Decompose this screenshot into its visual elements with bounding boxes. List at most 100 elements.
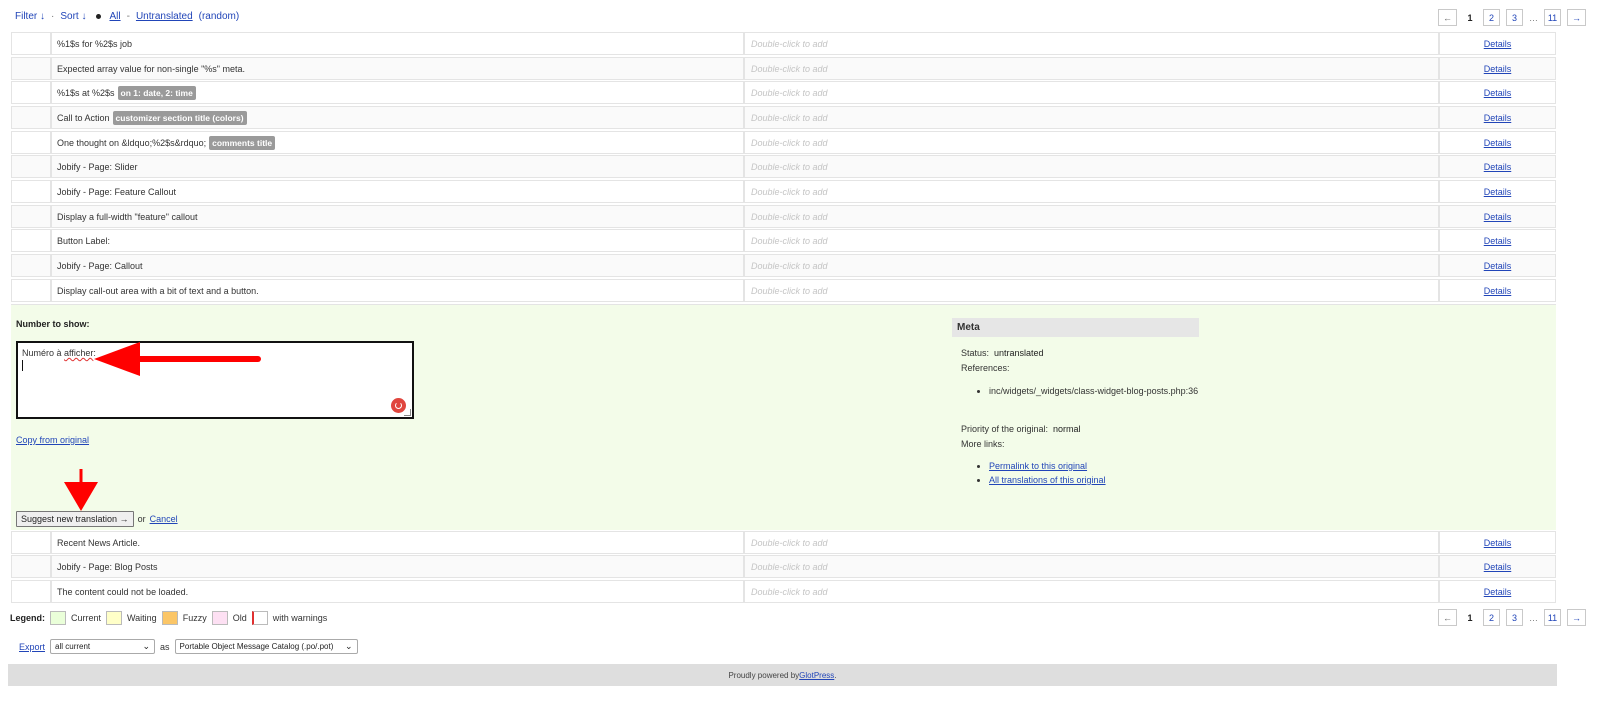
checkbox-cell[interactable] bbox=[11, 555, 51, 578]
filter-all-link[interactable]: All bbox=[109, 11, 120, 22]
table-row[interactable]: Button Label: Double-click to add Detail… bbox=[11, 229, 1556, 253]
page-2-link[interactable]: 2 bbox=[1483, 609, 1500, 626]
checkbox-cell[interactable] bbox=[11, 205, 51, 228]
checkbox-cell[interactable] bbox=[11, 254, 51, 277]
translation-cell[interactable]: Double-click to add bbox=[744, 131, 1439, 154]
checkbox-cell[interactable] bbox=[11, 106, 51, 129]
page-last-link[interactable]: 11 bbox=[1544, 609, 1561, 626]
translation-cell[interactable]: Double-click to add bbox=[744, 254, 1439, 277]
checkbox-cell[interactable] bbox=[11, 155, 51, 178]
filter-link[interactable]: Filter ↓ bbox=[15, 11, 45, 22]
table-row[interactable]: The content could not be loaded. Double-… bbox=[11, 580, 1556, 604]
checkbox-cell[interactable] bbox=[11, 580, 51, 603]
details-link[interactable]: Details bbox=[1484, 64, 1512, 74]
meta-heading: Meta bbox=[952, 318, 1199, 337]
details-link[interactable]: Details bbox=[1484, 39, 1512, 49]
suggest-translation-button[interactable]: Suggest new translation → bbox=[16, 511, 134, 527]
sort-link[interactable]: Sort ↓ bbox=[60, 11, 86, 22]
original-text: %1$s at %2$s bbox=[57, 87, 115, 98]
actions-cell: Details bbox=[1439, 81, 1556, 104]
details-link[interactable]: Details bbox=[1484, 261, 1512, 271]
original-cell: Recent News Article. bbox=[51, 531, 744, 554]
checkbox-cell[interactable] bbox=[11, 81, 51, 104]
page-2-link[interactable]: 2 bbox=[1483, 9, 1500, 26]
details-link[interactable]: Details bbox=[1484, 236, 1512, 246]
table-row[interactable]: Call to Action customizer section title (… bbox=[11, 106, 1556, 130]
translation-cell[interactable]: Double-click to add bbox=[744, 106, 1439, 129]
details-link[interactable]: Details bbox=[1484, 113, 1512, 123]
prev-page-button[interactable]: ← bbox=[1438, 609, 1457, 626]
actions-cell: Details bbox=[1439, 32, 1556, 55]
translation-suffix: : bbox=[93, 348, 96, 358]
table-row[interactable]: Jobify - Page: Slider Double-click to ad… bbox=[11, 155, 1556, 179]
translation-placeholder: Double-click to add bbox=[751, 285, 828, 296]
table-row[interactable]: %1$s for %2$s job Double-click to add De… bbox=[11, 32, 1556, 56]
table-row[interactable]: Jobify - Page: Blog Posts Double-click t… bbox=[11, 555, 1556, 579]
details-link[interactable]: Details bbox=[1484, 88, 1512, 98]
copy-from-original-link[interactable]: Copy from original bbox=[16, 435, 89, 445]
table-row[interactable]: Jobify - Page: Feature Callout Double-cl… bbox=[11, 180, 1556, 204]
translation-cell[interactable]: Double-click to add bbox=[744, 32, 1439, 55]
translation-cell[interactable]: Double-click to add bbox=[744, 555, 1439, 578]
checkbox-cell[interactable] bbox=[11, 531, 51, 554]
checkbox-cell[interactable] bbox=[11, 32, 51, 55]
resize-handle[interactable] bbox=[404, 409, 411, 416]
misspelled-word: afficher bbox=[64, 348, 94, 358]
legend-item-label: with warnings bbox=[272, 613, 328, 623]
translation-cell[interactable]: Double-click to add bbox=[744, 155, 1439, 178]
translation-cell[interactable]: Double-click to add bbox=[744, 81, 1439, 104]
filter-untranslated-link[interactable]: Untranslated bbox=[136, 11, 193, 22]
details-link[interactable]: Details bbox=[1484, 212, 1512, 222]
export-what-select[interactable]: all current ⌄ bbox=[50, 639, 156, 654]
checkbox-cell[interactable] bbox=[11, 279, 51, 302]
translation-cell[interactable]: Double-click to add bbox=[744, 580, 1439, 603]
actions-cell: Details bbox=[1439, 229, 1556, 252]
table-row[interactable]: Expected array value for non-single "%s"… bbox=[11, 57, 1556, 81]
next-page-button[interactable]: → bbox=[1567, 9, 1586, 26]
translation-cell[interactable]: Double-click to add bbox=[744, 57, 1439, 80]
permalink-link[interactable]: Permalink to this original bbox=[989, 461, 1087, 471]
details-link[interactable]: Details bbox=[1484, 138, 1512, 148]
filter-random-link[interactable]: (random) bbox=[199, 11, 240, 22]
translation-placeholder: Double-click to add bbox=[751, 211, 828, 222]
translation-cell[interactable]: Double-click to add bbox=[744, 229, 1439, 252]
all-translations-link[interactable]: All translations of this original bbox=[989, 475, 1106, 485]
details-link[interactable]: Details bbox=[1484, 587, 1512, 597]
original-text: Display call-out area with a bit of text… bbox=[57, 285, 259, 296]
export-link[interactable]: Export bbox=[19, 642, 45, 652]
legend-item-label: Current bbox=[71, 613, 102, 623]
page-3-link[interactable]: 3 bbox=[1506, 609, 1523, 626]
table-row[interactable]: %1$s at %2$s on 1: date, 2: time Double-c… bbox=[11, 81, 1556, 105]
checkbox-cell[interactable] bbox=[11, 131, 51, 154]
table-row[interactable]: One thought on &ldquo;%2$s&rdquo; comment… bbox=[11, 131, 1556, 155]
checkbox-cell[interactable] bbox=[11, 229, 51, 252]
details-link[interactable]: Details bbox=[1484, 538, 1512, 548]
details-link[interactable]: Details bbox=[1484, 286, 1512, 296]
page-last-link[interactable]: 11 bbox=[1544, 9, 1561, 26]
table-row[interactable]: Display a full-width "feature" callout D… bbox=[11, 205, 1556, 229]
actions-cell: Details bbox=[1439, 106, 1556, 129]
next-page-button[interactable]: → bbox=[1567, 609, 1586, 626]
export-format-select[interactable]: Portable Object Message Catalog (.po/.po… bbox=[174, 639, 358, 654]
details-link[interactable]: Details bbox=[1484, 562, 1512, 572]
page-3-link[interactable]: 3 bbox=[1506, 9, 1523, 26]
pagination-ellipsis: … bbox=[1529, 612, 1538, 623]
export-format-value: Portable Object Message Catalog (.po/.po… bbox=[179, 642, 334, 651]
translation-cell[interactable]: Double-click to add bbox=[744, 531, 1439, 554]
translation-cell[interactable]: Double-click to add bbox=[744, 205, 1439, 228]
table-row[interactable]: Recent News Article. Double-click to add… bbox=[11, 531, 1556, 555]
details-link[interactable]: Details bbox=[1484, 162, 1512, 172]
prev-page-button[interactable]: ← bbox=[1438, 9, 1457, 26]
cancel-link[interactable]: Cancel bbox=[150, 514, 178, 524]
table-row[interactable]: Display call-out area with a bit of text… bbox=[11, 279, 1556, 303]
details-link[interactable]: Details bbox=[1484, 187, 1512, 197]
checkbox-cell[interactable] bbox=[11, 57, 51, 80]
translation-cell[interactable]: Double-click to add bbox=[744, 279, 1439, 302]
actions-cell: Details bbox=[1439, 180, 1556, 203]
translation-cell[interactable]: Double-click to add bbox=[744, 180, 1439, 203]
checkbox-cell[interactable] bbox=[11, 180, 51, 203]
table-row[interactable]: Jobify - Page: Callout Double-click to a… bbox=[11, 254, 1556, 278]
glotpress-link[interactable]: GlotPress bbox=[799, 671, 834, 680]
translation-textarea[interactable]: Numéro à afficher: bbox=[16, 341, 414, 419]
original-text: Recent News Article. bbox=[57, 537, 141, 548]
